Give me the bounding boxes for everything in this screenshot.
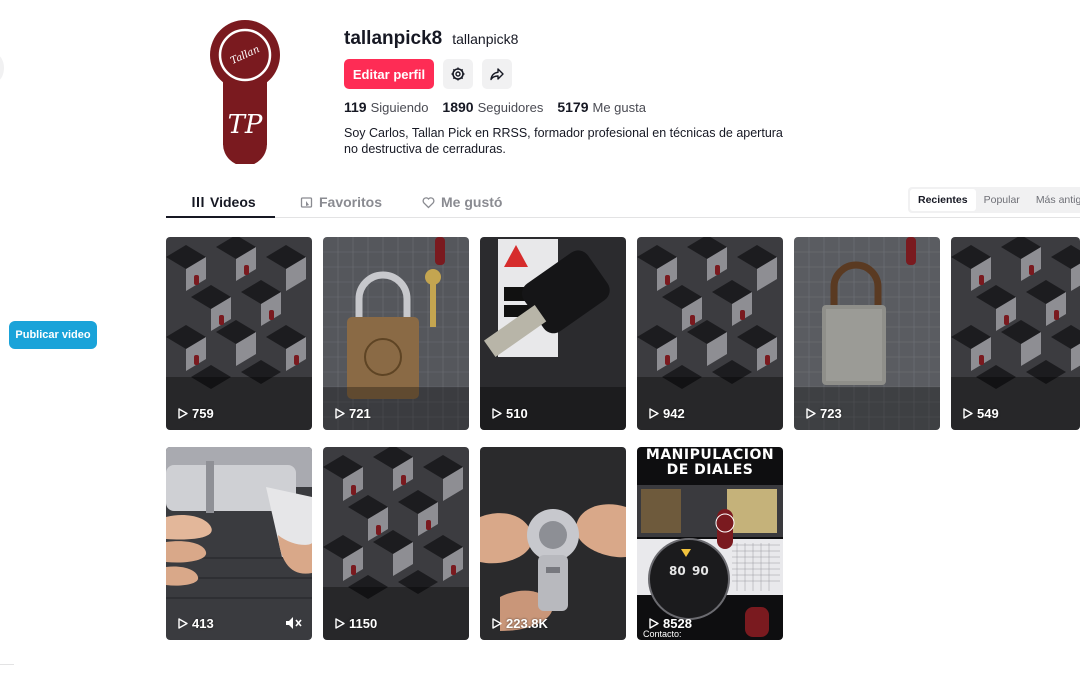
cubes-thumbnail <box>637 237 783 430</box>
sidebar-edge <box>0 54 4 82</box>
muted-icon[interactable] <box>285 616 303 630</box>
video-contact-text: Contacto: <box>643 629 682 639</box>
video-card[interactable]: 413 <box>166 447 312 640</box>
view-count-text: 759 <box>192 406 214 421</box>
rusty-padlock-thumbnail <box>794 237 940 430</box>
active-tab-indicator <box>166 216 275 218</box>
play-icon <box>335 618 345 629</box>
tab-liked[interactable]: Me gustó <box>422 186 502 218</box>
view-count: 721 <box>335 406 371 421</box>
view-count: 510 <box>492 406 528 421</box>
tab-liked-label: Me gustó <box>441 194 503 210</box>
profile-username: tallanpick8 <box>344 28 443 49</box>
view-count-text: 510 <box>506 406 528 421</box>
profile-nickname: tallanpick8 <box>452 31 519 47</box>
padlock-thumbnail <box>323 237 469 430</box>
tab-favorites[interactable]: Favoritos <box>300 186 382 218</box>
view-count-text: 1150 <box>349 616 378 631</box>
likes-label: Me gusta <box>592 100 646 115</box>
play-icon <box>649 618 659 629</box>
profile-avatar[interactable]: Tallan TP <box>209 20 281 164</box>
play-icon <box>178 408 188 419</box>
followers-label: Seguidores <box>477 100 544 115</box>
video-card[interactable]: 723 <box>794 237 940 430</box>
play-icon <box>806 408 816 419</box>
view-count-text: 413 <box>192 616 214 631</box>
svg-text:80: 80 <box>669 564 686 578</box>
sort-recent[interactable]: Recientes <box>910 189 976 211</box>
video-card[interactable]: 510 <box>480 237 626 430</box>
profile-stats: 119 Siguiendo 1890 Seguidores 5179 Me gusta <box>344 99 814 115</box>
view-count: 413 <box>178 616 214 631</box>
profile-page: Publicar video Tallan TP tallanpick8 tal… <box>0 0 1080 675</box>
play-icon <box>178 618 188 629</box>
cubes-thumbnail <box>951 237 1080 430</box>
view-count: 549 <box>963 406 999 421</box>
video-overlay-title-1: MANIPULACION <box>645 447 775 463</box>
following-count: 119 <box>344 99 367 115</box>
video-card[interactable]: 80 90 MANIPULACION DE DIALES 8528 Contac… <box>637 447 783 640</box>
svg-text:90: 90 <box>692 564 709 578</box>
gear-icon <box>451 67 465 81</box>
view-count: 759 <box>178 406 214 421</box>
share-icon <box>490 68 504 81</box>
play-icon <box>492 408 502 419</box>
settings-button[interactable] <box>443 59 473 89</box>
tab-favorites-label: Favoritos <box>319 194 383 210</box>
play-icon <box>492 618 502 629</box>
sort-oldest[interactable]: Más antiguo <box>1028 189 1080 211</box>
cam-lock-thumbnail <box>480 447 626 640</box>
video-card[interactable]: 549 <box>951 237 1080 430</box>
share-button[interactable] <box>482 59 512 89</box>
sort-popular[interactable]: Popular <box>976 189 1028 211</box>
play-icon <box>963 408 973 419</box>
video-card[interactable]: 223.8K <box>480 447 626 640</box>
tab-videos-label: Videos <box>210 194 256 210</box>
view-count-text: 549 <box>977 406 999 421</box>
play-icon <box>335 408 345 419</box>
profile-info: tallanpick8 tallanpick8 Editar perfil 11… <box>344 28 814 157</box>
followers-count: 1890 <box>442 99 474 115</box>
stat-likes: 5179 Me gusta <box>557 99 646 115</box>
heart-icon <box>422 196 435 208</box>
video-card[interactable]: 759 <box>166 237 312 430</box>
sort-toggle: Recientes Popular Más antiguo <box>908 187 1080 213</box>
view-count: 223.8K <box>492 616 548 631</box>
video-card[interactable]: 1150 <box>323 447 469 640</box>
cubes-thumbnail <box>323 447 469 640</box>
video-card[interactable]: 942 <box>637 237 783 430</box>
cylinder-lock-thumbnail <box>166 447 312 640</box>
edit-profile-button[interactable]: Editar perfil <box>344 59 434 89</box>
view-count-text: 723 <box>820 406 842 421</box>
stat-followers[interactable]: 1890 Seguidores <box>442 99 543 115</box>
tab-videos[interactable]: Videos <box>192 186 256 218</box>
grid-icon <box>192 197 204 207</box>
profile-bio: Soy Carlos, Tallan Pick en RRSS, formado… <box>344 126 783 156</box>
video-card[interactable]: 721 <box>323 237 469 430</box>
view-count-text: 942 <box>663 406 685 421</box>
view-count-text: 223.8K <box>506 616 548 631</box>
cubes-thumbnail <box>166 237 312 430</box>
brady-key-thumbnail <box>480 237 626 430</box>
bookmark-icon <box>300 196 313 208</box>
play-icon <box>649 408 659 419</box>
video-overlay-title-2: DE DIALES <box>666 462 754 478</box>
following-label: Siguiendo <box>370 100 429 115</box>
publish-video-button[interactable]: Publicar video <box>9 321 97 349</box>
view-count: 1150 <box>335 616 377 631</box>
view-count: 723 <box>806 406 842 421</box>
avatar-monogram: TP <box>228 110 263 140</box>
view-count: 942 <box>649 406 685 421</box>
view-count-text: 721 <box>349 406 371 421</box>
likes-count: 5179 <box>557 99 589 115</box>
stat-following[interactable]: 119 Siguiendo <box>344 99 428 115</box>
sidebar-divider <box>0 664 14 665</box>
